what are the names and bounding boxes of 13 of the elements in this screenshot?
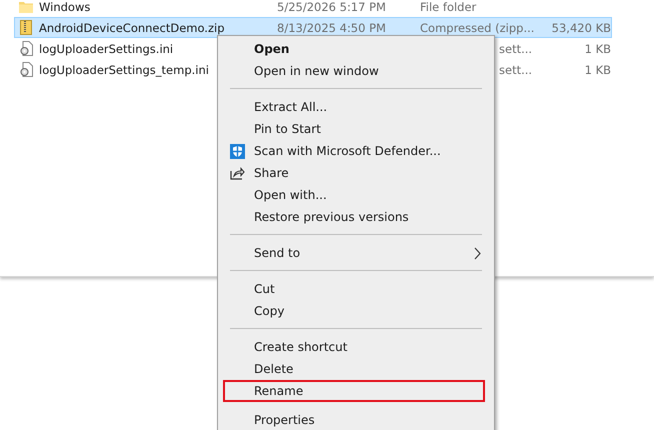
file-name: AndroidDeviceConnectDemo.zip: [39, 20, 224, 34]
file-type: Compressed (zipp...: [420, 20, 534, 34]
file-name: logUploaderSettings.ini: [39, 42, 174, 56]
file-size: 1 KB: [584, 42, 611, 56]
file-type: File folder: [420, 0, 476, 14]
file-type: sett...: [499, 62, 532, 76]
file-date: 5/25/2026 5:17 PM: [277, 0, 387, 14]
file-size: 53,420 KB: [552, 20, 611, 34]
file-type: sett...: [499, 42, 532, 56]
file-size: 1 KB: [584, 62, 611, 76]
file-name: logUploaderSettings_temp.ini: [39, 62, 209, 76]
file-name: Windows: [39, 0, 90, 14]
file-date: 8/13/2025 4:50 PM: [277, 20, 387, 34]
